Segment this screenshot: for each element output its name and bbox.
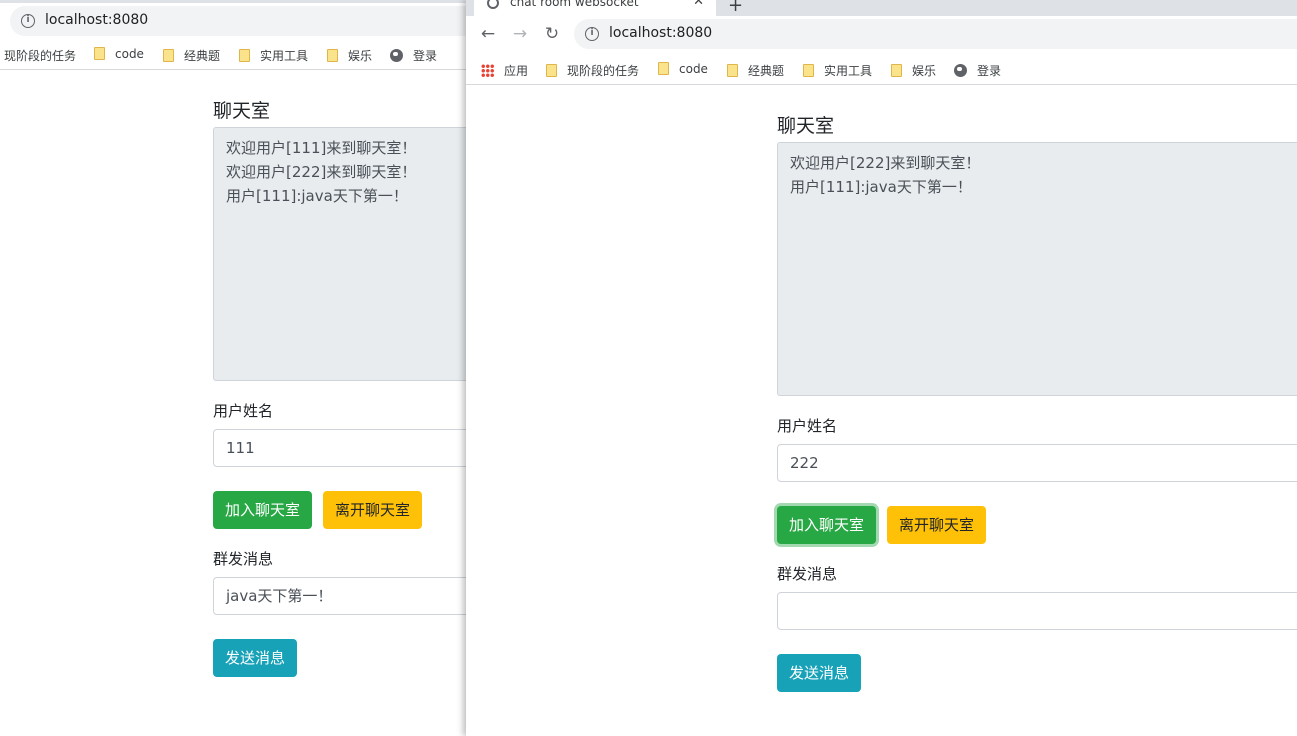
forward-arrow-icon[interactable]: → bbox=[510, 24, 530, 44]
bookmark-label: 登录 bbox=[413, 49, 438, 63]
back-arrow-icon[interactable]: ← bbox=[478, 24, 498, 44]
message-log: 欢迎用户[111]来到聊天室！ 欢迎用户[222]来到聊天室！ 用户[111]:… bbox=[213, 127, 470, 381]
bookmark-item[interactable]: code bbox=[658, 62, 708, 76]
leave-chat-button[interactable]: 离开聊天室 bbox=[887, 506, 987, 544]
tab-chat-room[interactable]: chat room websocket ✕ bbox=[474, 0, 716, 16]
globe-icon bbox=[954, 64, 967, 77]
message-line: 用户[111]:java天下第一！ bbox=[226, 187, 408, 205]
folder-icon bbox=[327, 49, 338, 62]
bookmark-label: 应用 bbox=[504, 64, 529, 78]
address-url: localhost:8080 bbox=[609, 25, 713, 41]
bookmark-item[interactable]: 应用 bbox=[481, 62, 528, 79]
globe-icon bbox=[487, 0, 499, 9]
apps-grid-icon bbox=[481, 64, 494, 77]
info-icon[interactable]: i bbox=[585, 27, 599, 41]
browser-toolbar: i localhost:8080 bbox=[0, 3, 470, 39]
message-line: 欢迎用户[222]来到聊天室！ bbox=[226, 163, 417, 181]
send-message-button[interactable]: 发送消息 bbox=[213, 639, 298, 677]
globe-icon bbox=[390, 49, 403, 62]
folder-icon bbox=[94, 47, 105, 60]
bookmark-label: code bbox=[679, 62, 708, 76]
chat-title: 聊天室 bbox=[213, 100, 271, 122]
bookmark-item[interactable]: 娱乐 bbox=[891, 62, 936, 79]
join-chat-button[interactable]: 加入聊天室 bbox=[213, 491, 313, 529]
username-input[interactable]: 111 bbox=[213, 429, 470, 467]
message-line: 用户[111]:java天下第一！ bbox=[790, 178, 972, 196]
bookmark-item[interactable]: 经典题 bbox=[727, 62, 784, 79]
join-chat-button[interactable]: 加入聊天室 bbox=[777, 506, 877, 544]
bookmark-item[interactable]: 经典题 bbox=[163, 47, 220, 64]
new-tab-icon[interactable]: + bbox=[728, 0, 743, 16]
broadcast-label: 群发消息 bbox=[213, 550, 274, 568]
folder-icon bbox=[658, 62, 669, 75]
chat-title: 聊天室 bbox=[777, 115, 835, 137]
bookmark-label: 经典题 bbox=[748, 64, 785, 78]
message-line: 欢迎用户[111]来到聊天室！ bbox=[226, 139, 417, 157]
bookmark-item[interactable]: 登录 bbox=[390, 47, 437, 64]
bookmark-label: 登录 bbox=[977, 64, 1002, 78]
bookmark-label: 娱乐 bbox=[912, 64, 937, 78]
address-bar[interactable]: i localhost:8080 bbox=[574, 19, 1297, 49]
bookmarks-bar: 现阶段的任务 code 经典题 实用工具 娱乐 登录 bbox=[0, 38, 470, 70]
broadcast-input[interactable] bbox=[777, 592, 1297, 630]
broadcast-input[interactable]: java天下第一！ bbox=[213, 577, 470, 615]
tab-strip: chat room websocket ✕ + bbox=[466, 0, 1297, 16]
folder-icon bbox=[239, 49, 250, 62]
browser-window-left: i localhost:8080 现阶段的任务 code 经典题 实用工具 娱乐… bbox=[0, 0, 470, 736]
bookmark-label: 实用工具 bbox=[260, 49, 309, 63]
message-log: 欢迎用户[222]来到聊天室！ 用户[111]:java天下第一！ bbox=[777, 142, 1297, 396]
username-label: 用户姓名 bbox=[777, 417, 838, 435]
address-bar[interactable]: i localhost:8080 bbox=[10, 6, 470, 36]
browser-toolbar: ← → ↻ i localhost:8080 bbox=[466, 16, 1297, 52]
folder-icon bbox=[546, 64, 557, 77]
bookmark-item[interactable]: 现阶段的任务 bbox=[4, 47, 76, 64]
bookmark-label: 娱乐 bbox=[348, 49, 373, 63]
leave-chat-button[interactable]: 离开聊天室 bbox=[323, 491, 423, 529]
bookmark-item[interactable]: 现阶段的任务 bbox=[546, 62, 639, 79]
browser-window-right: chat room websocket ✕ + ← → ↻ i localhos… bbox=[466, 0, 1297, 736]
bookmark-item[interactable]: 娱乐 bbox=[327, 47, 372, 64]
bookmark-item[interactable]: 实用工具 bbox=[239, 47, 308, 64]
bookmark-item[interactable]: code bbox=[94, 47, 144, 61]
bookmark-label: 现阶段的任务 bbox=[567, 64, 640, 78]
folder-icon bbox=[891, 64, 902, 77]
message-line: 欢迎用户[222]来到聊天室！ bbox=[790, 154, 981, 172]
bookmarks-bar: 应用 现阶段的任务 code 经典题 实用工具 娱乐 登录 bbox=[466, 53, 1297, 85]
bookmark-item[interactable]: 实用工具 bbox=[803, 62, 872, 79]
username-label: 用户姓名 bbox=[213, 402, 274, 420]
folder-icon bbox=[803, 64, 814, 77]
tab-title: chat room websocket bbox=[510, 0, 639, 9]
reload-icon[interactable]: ↻ bbox=[542, 24, 562, 44]
folder-icon bbox=[727, 64, 738, 77]
broadcast-label: 群发消息 bbox=[777, 565, 838, 583]
info-icon[interactable]: i bbox=[21, 14, 35, 28]
bookmark-label: 现阶段的任务 bbox=[4, 49, 77, 63]
bookmark-label: code bbox=[115, 47, 144, 61]
bookmark-item[interactable]: 登录 bbox=[954, 62, 1001, 79]
send-message-button[interactable]: 发送消息 bbox=[777, 654, 862, 692]
folder-icon bbox=[163, 49, 174, 62]
username-input[interactable]: 222 bbox=[777, 444, 1297, 482]
address-url: localhost:8080 bbox=[45, 12, 149, 28]
bookmark-label: 经典题 bbox=[184, 49, 221, 63]
bookmark-label: 实用工具 bbox=[824, 64, 873, 78]
close-tab-icon[interactable]: ✕ bbox=[693, 0, 704, 9]
